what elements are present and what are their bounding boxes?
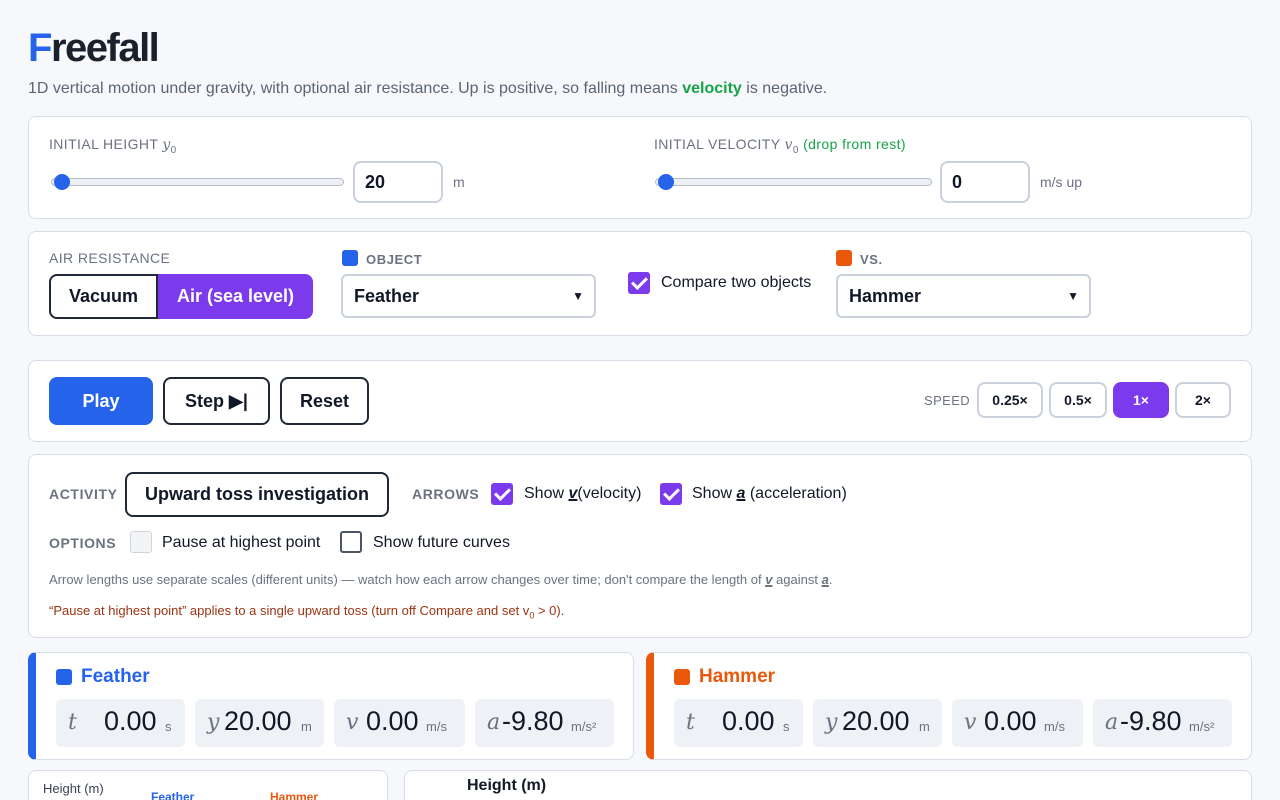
initial-velocity-input[interactable]: 0: [940, 161, 1030, 203]
object-color-swatch: [342, 250, 358, 266]
speed-0-25-button[interactable]: 0.25×: [977, 382, 1043, 418]
show-velocity-arrow-label[interactable]: Show v(velocity): [524, 485, 641, 503]
height-graph-title: Height (m): [467, 777, 547, 794]
hammer-readout-panel: Hammer t 0.00 s y 20.00 m v 0.00 m/s a -…: [646, 652, 1252, 760]
step-button[interactable]: Step ▶|: [163, 377, 270, 425]
show-future-curves-label[interactable]: Show future curves: [373, 534, 510, 552]
hammer-height-readout: y 20.00 m: [813, 699, 942, 747]
chevron-down-icon: ▼: [572, 289, 584, 303]
air-resistance-label: AIR RESISTANCE: [49, 250, 171, 266]
scene-hammer-label: Hammer: [270, 790, 319, 800]
pause-at-highest-point-checkbox[interactable]: [130, 531, 152, 553]
initial-velocity-slider[interactable]: [655, 174, 932, 190]
object-label: OBJECT: [366, 252, 423, 267]
feather-color-swatch: [56, 669, 72, 685]
compare-two-objects-label[interactable]: Compare two objects: [661, 274, 811, 292]
initial-height-slider-thumb[interactable]: [54, 174, 70, 190]
speed-2-button[interactable]: 2×: [1175, 382, 1231, 418]
show-acceleration-arrow-label[interactable]: Show a (acceleration): [692, 485, 847, 503]
feather-name: Feather: [81, 666, 150, 687]
initial-conditions-panel: INITIAL HEIGHT y0 20 m INITIAL VELOCITY …: [28, 116, 1252, 219]
vs-color-swatch: [836, 250, 852, 266]
show-future-curves-checkbox[interactable]: [340, 531, 362, 553]
hammer-acceleration-readout: a -9.80 m/s²: [1093, 699, 1232, 747]
vs-object-select[interactable]: Hammer ▼: [836, 274, 1091, 318]
feather-height-readout: y 20.00 m: [195, 699, 324, 747]
initial-velocity-label: INITIAL VELOCITY v0 (drop from rest): [654, 136, 906, 156]
hammer-velocity-readout: v 0.00 m/s: [952, 699, 1083, 747]
chevron-down-icon: ▼: [1067, 289, 1079, 303]
page-subtitle: 1D vertical motion under gravity, with o…: [28, 80, 828, 97]
playback-panel: Play Step ▶| Reset SPEED 0.25× 0.5× 1× 2…: [28, 360, 1252, 442]
hammer-time-readout: t 0.00 s: [674, 699, 803, 747]
initial-velocity-unit: m/s up: [1040, 174, 1083, 190]
speed-1-button[interactable]: 1×: [1113, 382, 1169, 418]
play-button[interactable]: Play: [49, 377, 153, 425]
feather-readout-panel: Feather t 0.00 s y 20.00 m v 0.00 m/s a …: [28, 652, 634, 760]
speed-label: SPEED: [924, 393, 971, 408]
pause-at-highest-point-label[interactable]: Pause at highest point: [162, 534, 320, 552]
show-acceleration-arrow-checkbox[interactable]: [660, 483, 682, 505]
activity-label: ACTIVITY: [49, 486, 118, 502]
feather-velocity-readout: v 0.00 m/s: [334, 699, 465, 747]
scene-height-axis-label: Height (m): [43, 781, 104, 796]
vacuum-button[interactable]: Vacuum: [49, 274, 158, 319]
activity-select[interactable]: Upward toss investigation: [125, 472, 389, 517]
object-settings-panel: AIR RESISTANCE Vacuum Air (sea level) OB…: [28, 231, 1252, 336]
arrow-scale-note: Arrow lengths use separate scales (diffe…: [49, 572, 833, 587]
drop-from-rest-note: (drop from rest): [803, 136, 906, 152]
speed-0-5-button[interactable]: 0.5×: [1049, 382, 1107, 418]
initial-velocity-slider-thumb[interactable]: [658, 174, 674, 190]
hammer-color-swatch: [674, 669, 690, 685]
activity-panel: ACTIVITY Upward toss investigation ARROW…: [28, 454, 1252, 638]
initial-height-slider[interactable]: [51, 174, 344, 190]
feather-time-readout: t 0.00 s: [56, 699, 185, 747]
height-graph-panel: Height (m): [404, 770, 1252, 800]
vs-label: VS.: [860, 252, 883, 267]
options-label: OPTIONS: [49, 535, 117, 551]
reset-button[interactable]: Reset: [280, 377, 369, 425]
scene-feather-label: Feather: [151, 790, 195, 800]
compare-two-objects-checkbox[interactable]: [628, 272, 650, 294]
page-title: Freefall: [28, 26, 160, 70]
initial-height-unit: m: [453, 174, 465, 190]
initial-height-input[interactable]: 20: [353, 161, 443, 203]
show-velocity-arrow-checkbox[interactable]: [491, 483, 513, 505]
hammer-name: Hammer: [699, 666, 776, 687]
feather-acceleration-readout: a -9.80 m/s²: [475, 699, 614, 747]
scene-panel: Height (m) Feather Hammer: [28, 770, 388, 800]
pause-note: “Pause at highest point” applies to a si…: [49, 603, 565, 621]
air-sea-level-button[interactable]: Air (sea level): [158, 274, 313, 319]
object-select[interactable]: Feather ▼: [341, 274, 596, 318]
arrows-label: ARROWS: [412, 486, 480, 502]
initial-height-label: INITIAL HEIGHT y0: [49, 136, 177, 156]
